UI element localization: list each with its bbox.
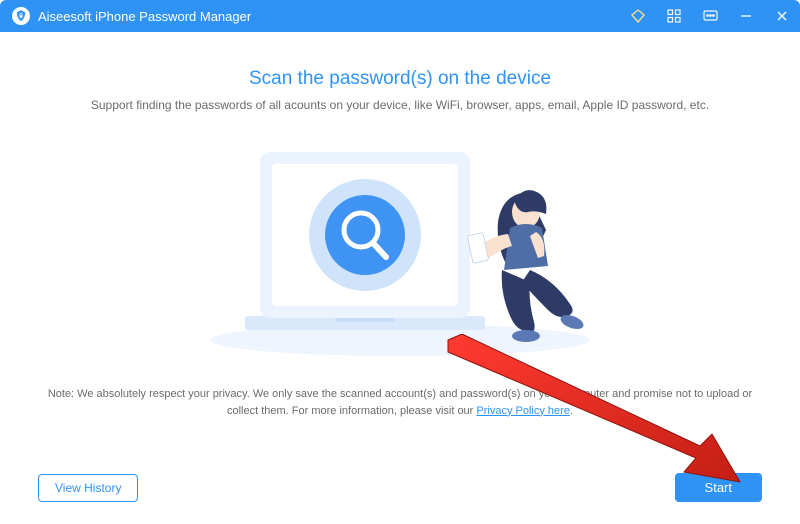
titlebar-right — [620, 0, 800, 32]
privacy-note-suffix: . — [570, 405, 573, 417]
feedback-icon[interactable] — [692, 0, 728, 32]
minimize-button[interactable] — [728, 0, 764, 32]
view-history-button[interactable]: View History — [38, 474, 138, 502]
apps-grid-icon[interactable] — [656, 0, 692, 32]
privacy-note: Note: We absolutely respect your privacy… — [40, 386, 760, 419]
membership-icon[interactable] — [620, 0, 656, 32]
hero-illustration — [140, 130, 660, 360]
page-title: Scan the password(s) on the device — [249, 68, 551, 90]
start-button[interactable]: Start — [675, 473, 762, 502]
titlebar: Aiseesoft iPhone Password Manager — [0, 0, 800, 32]
privacy-note-text: Note: We absolutely respect your privacy… — [48, 388, 752, 417]
app-logo-icon — [12, 7, 30, 25]
app-title: Aiseesoft iPhone Password Manager — [38, 9, 251, 24]
main-content: Scan the password(s) on the device Suppo… — [0, 32, 800, 524]
titlebar-left: Aiseesoft iPhone Password Manager — [0, 7, 251, 25]
footer-bar: View History Start — [0, 473, 800, 502]
privacy-policy-link[interactable]: Privacy Policy here — [476, 405, 570, 417]
page-subtitle: Support finding the passwords of all aco… — [91, 98, 709, 112]
close-button[interactable] — [764, 0, 800, 32]
app-window: Aiseesoft iPhone Password Manager Scan t… — [0, 0, 800, 524]
